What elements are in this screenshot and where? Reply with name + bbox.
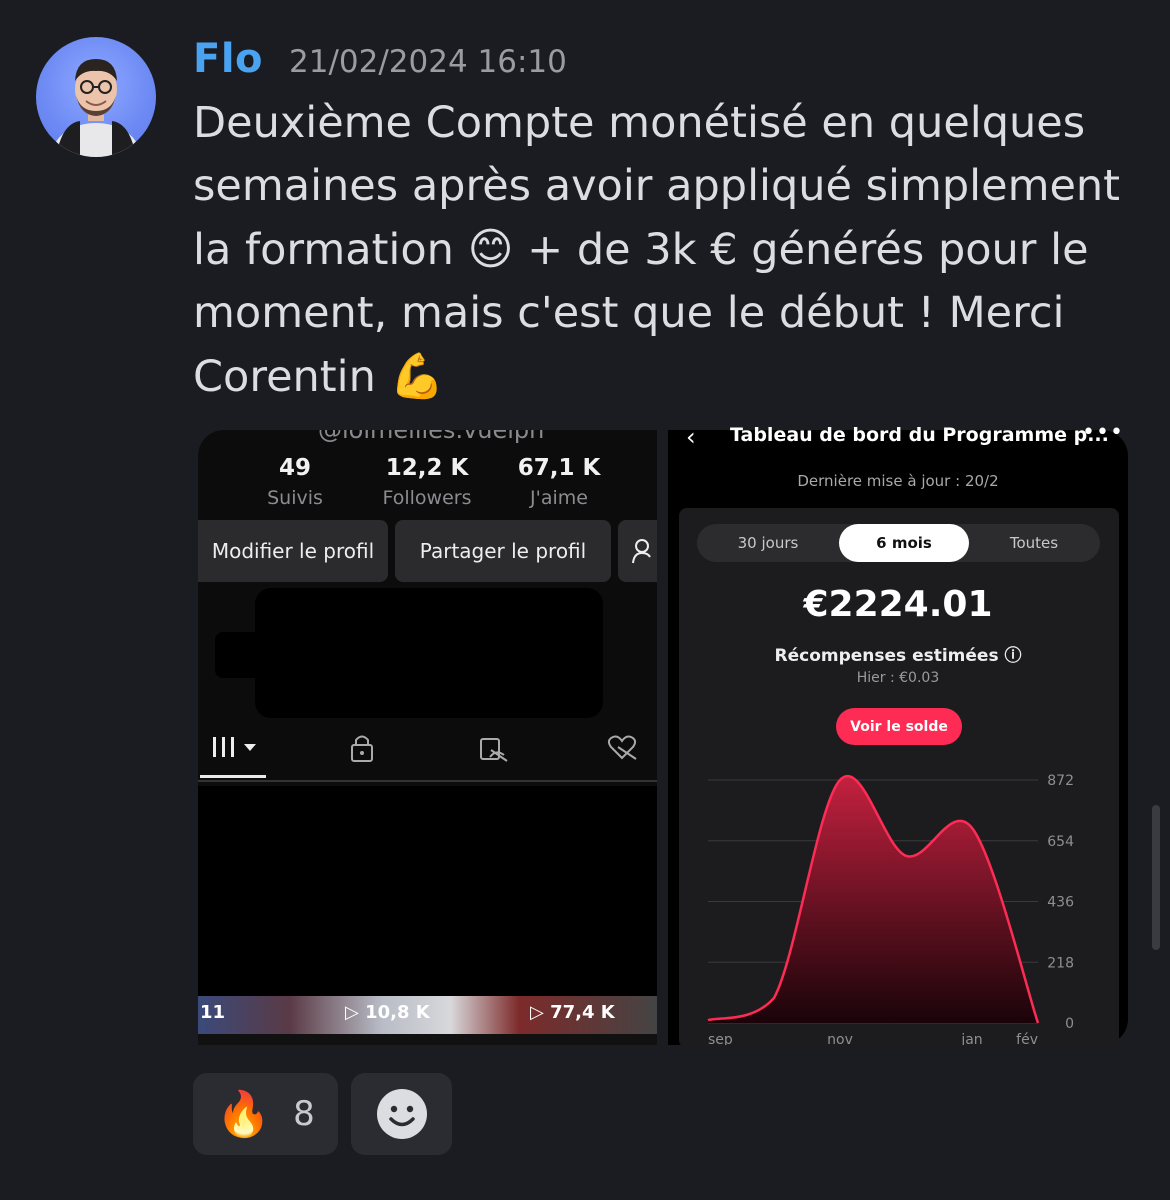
liked-hidden-icon — [607, 735, 637, 760]
video-views-2: ▷ 10,8 K — [345, 1002, 430, 1023]
stat-followers: 12,2 K Followers — [367, 455, 487, 509]
y-tick-label-0: 872 — [1047, 773, 1074, 789]
message-timestamp: 21/02/2024 16:10 — [289, 44, 567, 80]
add-reaction-button[interactable] — [351, 1073, 452, 1155]
lock-icon — [351, 735, 373, 762]
y-tick-label-2: 436 — [1047, 895, 1074, 911]
stat-likes-value: 67,1 K — [517, 455, 601, 481]
avatar[interactable] — [36, 37, 156, 157]
scrollbar[interactable] — [1152, 805, 1160, 950]
stat-likes: 67,1 K J'aime — [499, 455, 619, 509]
x-tick-label-3: fév — [1016, 1032, 1038, 1045]
message-text: Deuxième Compte monétisé en quelques sem… — [193, 92, 1133, 409]
y-tick-label-4: 0 — [1065, 1016, 1074, 1032]
smiley-icon — [376, 1089, 427, 1139]
add-user-icon — [632, 539, 651, 564]
stat-following: 49 Suivis — [235, 455, 355, 509]
tab-all: Toutes — [1009, 534, 1059, 552]
more-icon: ••• — [1082, 420, 1124, 445]
reaction-fire[interactable]: 🔥 8 — [193, 1073, 338, 1155]
chart-x-labels: sep nov jan fév — [708, 1032, 1038, 1045]
profile-tabs — [213, 735, 637, 762]
y-tick-label-1: 654 — [1047, 834, 1074, 850]
y-tick-label-3: 218 — [1047, 955, 1074, 971]
redacted-videos — [198, 786, 657, 998]
author-name[interactable]: Flo — [193, 36, 263, 82]
dashboard-title: Tableau de bord du Programme p... — [730, 424, 1109, 446]
x-tick-label-2: jan — [960, 1032, 982, 1045]
add-friend-button — [618, 520, 657, 582]
reaction-count: 8 — [293, 1094, 315, 1134]
video-views-3: ▷ 77,4 K — [530, 1002, 615, 1023]
fire-emoji: 🔥 — [216, 1089, 272, 1140]
last-update: Dernière mise à jour : 20/2 — [797, 472, 999, 490]
tab-30-days: 30 jours — [737, 534, 799, 552]
rewards-chart: 872 654 436 218 0 sep nov jan fév — [707, 773, 1074, 1045]
video-views-1: 11 — [200, 1002, 226, 1023]
active-tab-indicator — [200, 775, 266, 778]
view-balance-button: Voir le solde — [836, 708, 962, 745]
profile-handle: @lolmellies.vuelph — [318, 430, 545, 444]
share-profile-button: Partager le profil — [395, 520, 611, 582]
smile-emoji: 😊 — [467, 224, 514, 275]
rewards-amount: €2224.01 — [803, 584, 993, 625]
hidden-repost-icon — [480, 738, 508, 762]
yesterday-amount: Hier : €0.03 — [856, 670, 940, 686]
user-photo — [52, 59, 140, 157]
edit-profile-button: Modifier le profil — [198, 520, 388, 582]
stat-likes-label: J'aime — [530, 487, 588, 509]
back-icon: ‹ — [686, 423, 696, 451]
stat-followers-label: Followers — [382, 487, 472, 509]
stat-followers-value: 12,2 K — [385, 455, 469, 481]
message-header: Flo 21/02/2024 16:10 — [193, 36, 567, 82]
stat-following-value: 49 — [278, 455, 311, 481]
tab-divider — [198, 780, 657, 782]
flexed-bicep-emoji: 💪 — [389, 351, 445, 402]
bottom-bar — [198, 1034, 657, 1045]
video-views-3-value: 77,4 K — [550, 1002, 615, 1023]
video-views-2-value: 10,8 K — [365, 1002, 430, 1023]
chart-y-labels: 872 654 436 218 0 — [1047, 773, 1074, 1032]
redacted-bio-edge — [215, 632, 275, 678]
rewards-label: Récompenses estimées ⓘ — [774, 646, 1022, 666]
grid-icon — [213, 737, 256, 757]
redacted-bio — [255, 588, 603, 718]
x-tick-label-1: nov — [827, 1032, 853, 1045]
tab-6-months: 6 mois — [839, 524, 969, 562]
stat-following-label: Suivis — [267, 487, 323, 509]
chart-area — [708, 776, 1038, 1023]
x-tick-label-0: sep — [708, 1032, 733, 1045]
